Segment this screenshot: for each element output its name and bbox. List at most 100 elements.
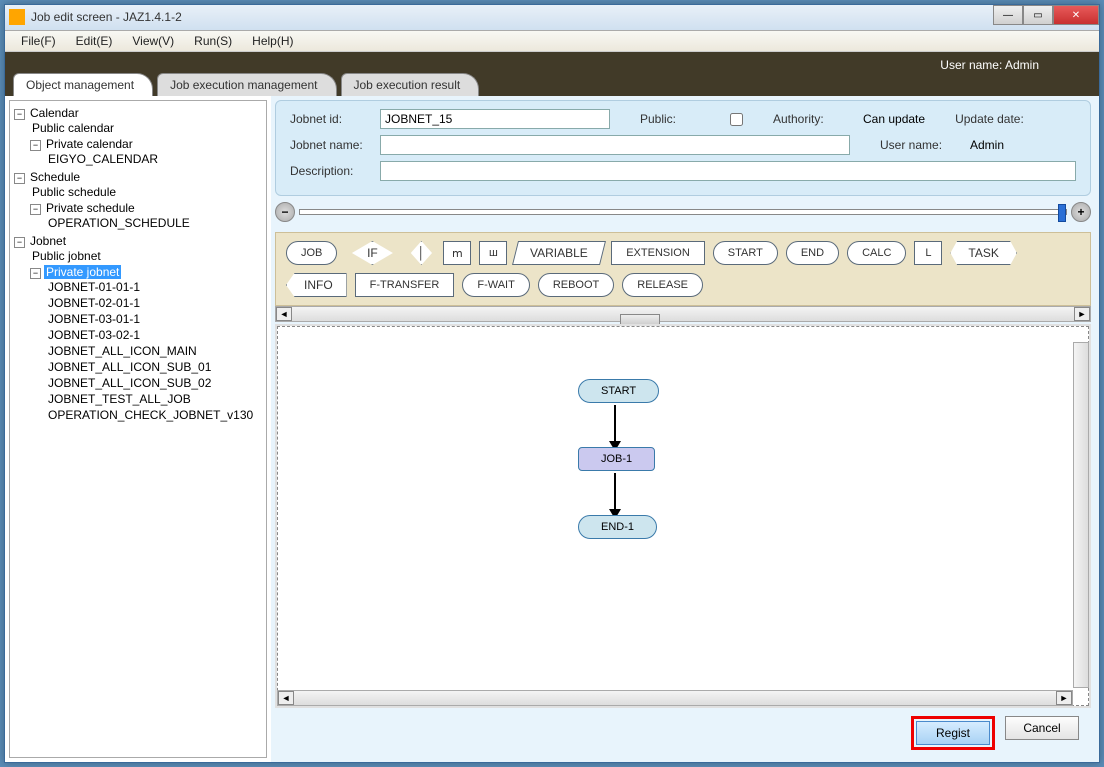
user-name-value: Admin bbox=[970, 138, 1004, 152]
banner-user: User name: Admin bbox=[940, 58, 1039, 72]
tree-toggle[interactable]: − bbox=[14, 173, 25, 184]
flow-arrow bbox=[614, 405, 616, 445]
cancel-button[interactable]: Cancel bbox=[1005, 716, 1079, 740]
tree-public-schedule[interactable]: Public schedule bbox=[30, 185, 118, 199]
window-title: Job edit screen - JAZ1.4.1-2 bbox=[31, 10, 182, 24]
palette-release[interactable]: RELEASE bbox=[622, 273, 703, 297]
palette-vline-icon[interactable]: │ bbox=[407, 241, 435, 265]
tab-job-execution-result[interactable]: Job execution result bbox=[341, 73, 480, 96]
canvas-hscroll[interactable]: ◄► bbox=[277, 690, 1073, 706]
object-tree[interactable]: −Calendar Public calendar −Private calen… bbox=[9, 100, 267, 758]
authority-value: Can update bbox=[863, 112, 925, 126]
tree-private-calendar[interactable]: Private calendar bbox=[44, 137, 135, 151]
slider-thumb[interactable] bbox=[1058, 204, 1066, 222]
tab-job-execution-management[interactable]: Job execution management bbox=[157, 73, 336, 96]
jobnet-id-label: Jobnet id: bbox=[290, 112, 370, 126]
tree-jobnet-item[interactable]: JOBNET-03-02-1 bbox=[46, 328, 142, 342]
palette-extension[interactable]: EXTENSION bbox=[611, 241, 705, 265]
flow-start-node[interactable]: START bbox=[578, 379, 659, 403]
tab-object-management[interactable]: Object management bbox=[13, 73, 153, 96]
tree-toggle[interactable]: − bbox=[30, 204, 41, 215]
tree-public-calendar[interactable]: Public calendar bbox=[30, 121, 116, 135]
tree-toggle[interactable]: − bbox=[30, 268, 41, 279]
tree-operation-schedule[interactable]: OPERATION_SCHEDULE bbox=[46, 216, 192, 230]
tree-jobnet[interactable]: Jobnet bbox=[28, 234, 68, 248]
tree-toggle[interactable]: − bbox=[14, 237, 25, 248]
palette-calc[interactable]: CALC bbox=[847, 241, 906, 265]
menu-help[interactable]: Help(H) bbox=[242, 32, 303, 50]
zoom-out-icon[interactable]: − bbox=[275, 202, 295, 222]
palette-info[interactable]: INFO bbox=[286, 273, 347, 297]
tree-jobnet-item[interactable]: JOBNET-01-01-1 bbox=[46, 280, 142, 294]
tree-jobnet-item[interactable]: JOBNET_ALL_ICON_SUB_01 bbox=[46, 360, 213, 374]
canvas-container: START JOB-1 END-1 ◄► bbox=[275, 324, 1091, 708]
palette-end[interactable]: END bbox=[786, 241, 839, 265]
public-checkbox[interactable] bbox=[730, 113, 743, 126]
palette-ftransfer[interactable]: F-TRANSFER bbox=[355, 273, 455, 297]
icon-palette: JOB IF │ ⅿ ш VARIABLE EXTENSION START EN… bbox=[275, 232, 1091, 306]
tree-public-jobnet[interactable]: Public jobnet bbox=[30, 249, 103, 263]
flow-canvas[interactable]: START JOB-1 END-1 bbox=[277, 326, 1089, 706]
description-input[interactable] bbox=[380, 161, 1076, 181]
close-button[interactable]: ✕ bbox=[1053, 5, 1099, 25]
update-date-label: Update date: bbox=[955, 112, 1035, 126]
zoom-slider[interactable]: − + bbox=[275, 202, 1091, 222]
menu-edit[interactable]: Edit(E) bbox=[66, 32, 123, 50]
main-panel: Jobnet id: Public: Authority: Can update… bbox=[271, 96, 1099, 762]
scroll-left-icon[interactable]: ◄ bbox=[276, 307, 292, 321]
jobnet-name-label: Jobnet name: bbox=[290, 138, 370, 152]
palette-reboot[interactable]: REBOOT bbox=[538, 273, 614, 297]
tree-jobnet-item[interactable]: JOBNET_TEST_ALL_JOB bbox=[46, 392, 193, 406]
jobnet-id-input[interactable] bbox=[380, 109, 610, 129]
palette-m-icon[interactable]: ⅿ bbox=[443, 241, 471, 265]
footer-buttons: Regist Cancel bbox=[275, 708, 1091, 758]
maximize-button[interactable]: ▭ bbox=[1023, 5, 1053, 25]
palette-scrollbar[interactable]: ◄ ► bbox=[275, 306, 1091, 322]
palette-fwait[interactable]: F-WAIT bbox=[462, 273, 529, 297]
app-window: Job edit screen - JAZ1.4.1-2 — ▭ ✕ File(… bbox=[4, 4, 1100, 763]
scroll-left-icon[interactable]: ◄ bbox=[278, 691, 294, 705]
minimize-button[interactable]: — bbox=[993, 5, 1023, 25]
tree-jobnet-item[interactable]: OPERATION_CHECK_JOBNET_v130 bbox=[46, 408, 255, 422]
tree-schedule[interactable]: Schedule bbox=[28, 170, 82, 184]
tree-jobnet-item[interactable]: JOBNET-03-01-1 bbox=[46, 312, 142, 326]
tree-jobnet-item[interactable]: JOBNET_ALL_ICON_MAIN bbox=[46, 344, 199, 358]
tree-toggle[interactable]: − bbox=[30, 140, 41, 151]
tabbar: Object management Job execution manageme… bbox=[13, 73, 483, 96]
palette-job[interactable]: JOB bbox=[286, 241, 337, 265]
tree-private-schedule[interactable]: Private schedule bbox=[44, 201, 137, 215]
public-label: Public: bbox=[640, 112, 720, 126]
titlebar: Job edit screen - JAZ1.4.1-2 — ▭ ✕ bbox=[5, 5, 1099, 31]
banner: User name: Admin Object management Job e… bbox=[5, 52, 1099, 96]
tree-private-jobnet[interactable]: Private jobnet bbox=[44, 265, 121, 279]
tree-calendar[interactable]: Calendar bbox=[28, 106, 81, 120]
flow-job-node[interactable]: JOB-1 bbox=[578, 447, 655, 471]
scroll-right-icon[interactable]: ► bbox=[1056, 691, 1072, 705]
jobnet-header: Jobnet id: Public: Authority: Can update… bbox=[275, 100, 1091, 196]
palette-l-icon[interactable]: L bbox=[914, 241, 942, 265]
palette-task[interactable]: TASK bbox=[950, 241, 1016, 265]
tree-eigyo-calendar[interactable]: EIGYO_CALENDAR bbox=[46, 152, 160, 166]
tree-toggle[interactable]: − bbox=[14, 109, 25, 120]
palette-if[interactable]: IF bbox=[345, 241, 399, 265]
palette-w-icon[interactable]: ш bbox=[479, 241, 507, 265]
banner-user-label: User name: bbox=[940, 58, 1002, 72]
tree-jobnet-item[interactable]: JOBNET_ALL_ICON_SUB_02 bbox=[46, 376, 213, 390]
menu-file[interactable]: File(F) bbox=[11, 32, 66, 50]
regist-button[interactable]: Regist bbox=[916, 721, 990, 745]
flow-end-node[interactable]: END-1 bbox=[578, 515, 657, 539]
palette-start[interactable]: START bbox=[713, 241, 778, 265]
scroll-right-icon[interactable]: ► bbox=[1074, 307, 1090, 321]
palette-variable[interactable]: VARIABLE bbox=[512, 241, 606, 265]
canvas-vscroll[interactable] bbox=[1073, 342, 1089, 688]
regist-highlight: Regist bbox=[911, 716, 995, 750]
flow-arrow bbox=[614, 473, 616, 513]
tree-jobnet-item[interactable]: JOBNET-02-01-1 bbox=[46, 296, 142, 310]
description-label: Description: bbox=[290, 164, 370, 178]
zoom-in-icon[interactable]: + bbox=[1071, 202, 1091, 222]
menu-view[interactable]: View(V) bbox=[122, 32, 184, 50]
menu-run[interactable]: Run(S) bbox=[184, 32, 242, 50]
slider-track[interactable] bbox=[299, 209, 1067, 215]
jobnet-name-input[interactable] bbox=[380, 135, 850, 155]
app-icon bbox=[9, 9, 25, 25]
